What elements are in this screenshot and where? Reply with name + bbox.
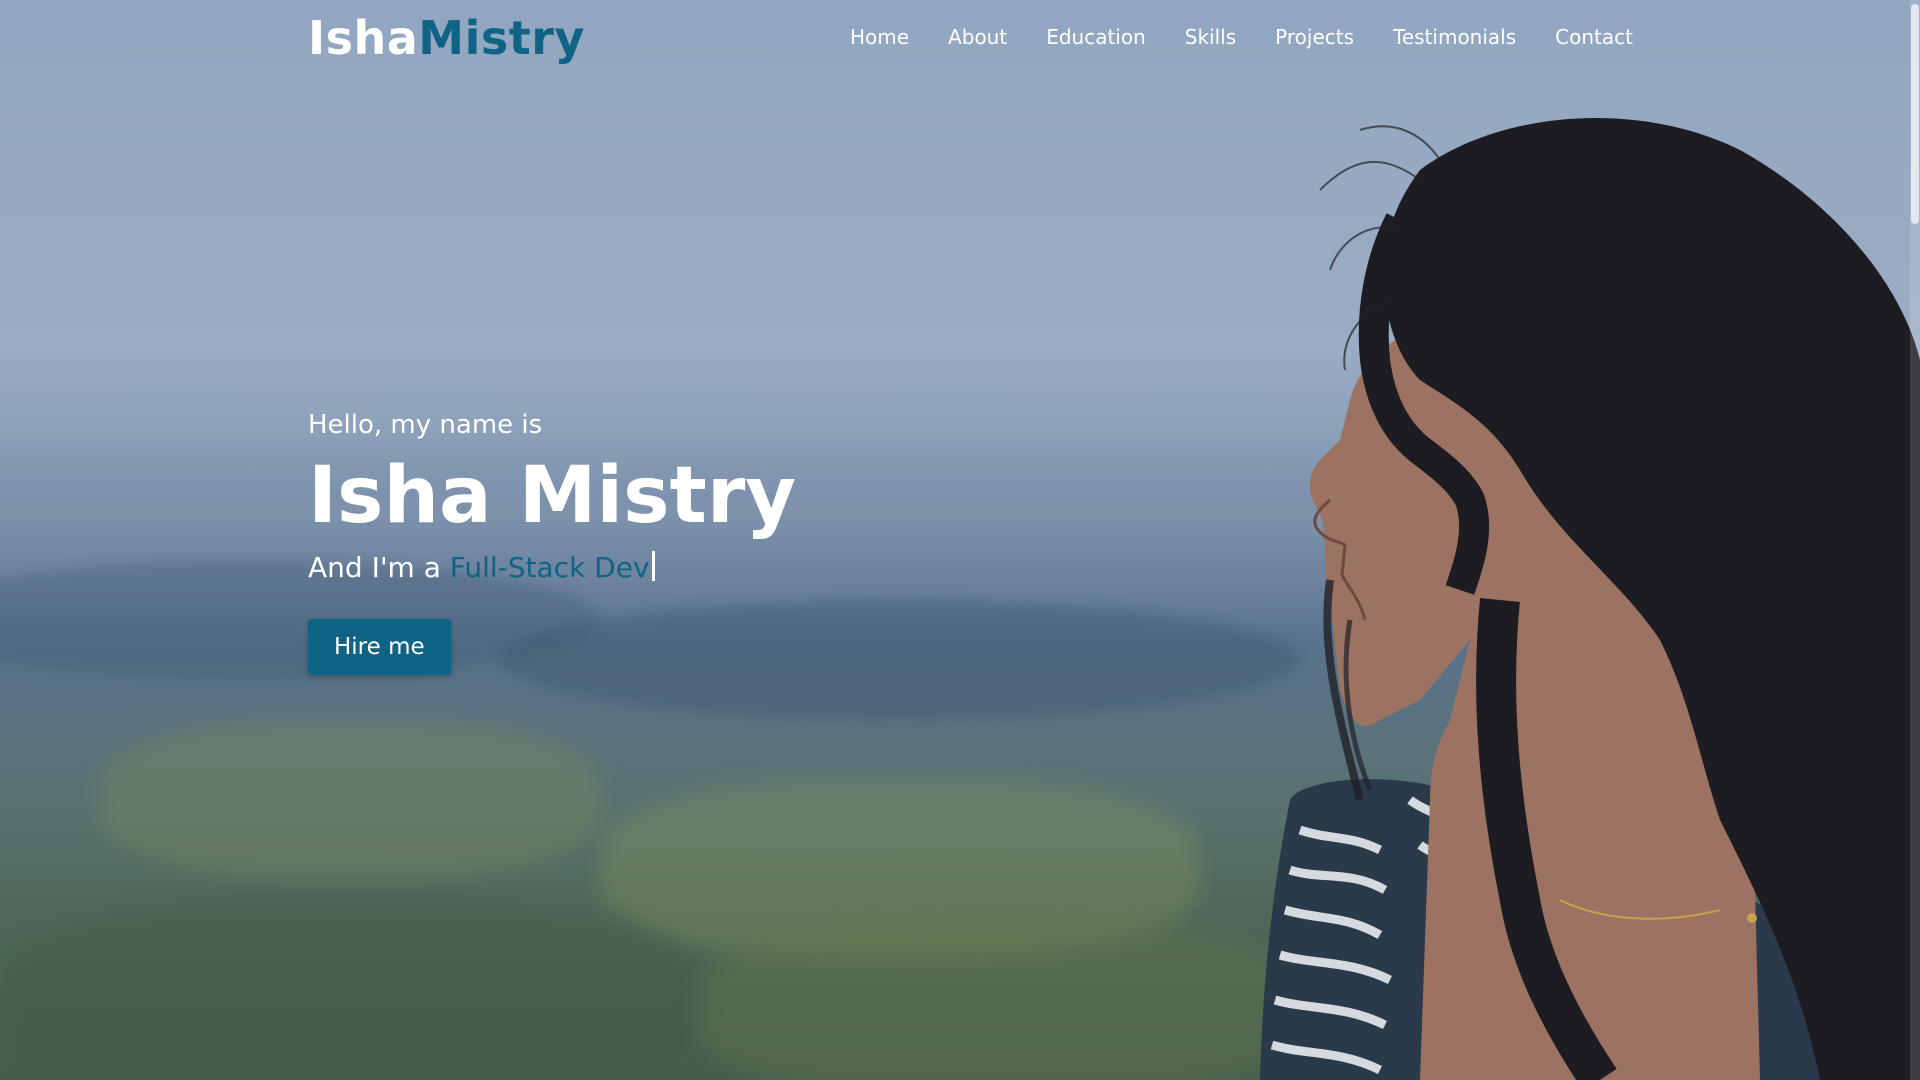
nav-link-projects[interactable]: Projects [1275,22,1354,52]
logo-last-name: Mistry [418,11,585,65]
nav-link-education[interactable]: Education [1046,22,1146,52]
typed-role: Full-Stack Dev [449,551,650,584]
logo-first-name: Isha [308,11,419,65]
site-logo[interactable]: IshaMistry [308,8,585,68]
nav-menu: Home About Education Skills Projects Tes… [850,22,1633,52]
role-prefix: And I'm a [308,551,441,584]
hero-greeting: Hello, my name is [308,410,543,440]
typing-caret [651,551,655,581]
hero-role-line: And I'm a Full-Stack Dev [308,547,1208,589]
hero-section: Hello, my name is Isha Mistry And I'm a … [308,405,1208,675]
hero-name: Isha Mistry [308,451,797,541]
nav-link-about[interactable]: About [948,22,1007,52]
nav-link-skills[interactable]: Skills [1185,22,1236,52]
top-navbar: IshaMistry Home About Education Skills P… [0,0,1920,80]
nav-link-home[interactable]: Home [850,22,909,52]
scrollbar-thumb[interactable] [1911,4,1919,224]
hire-me-button[interactable]: Hire me [308,619,451,675]
nav-link-testimonials[interactable]: Testimonials [1393,22,1516,52]
page-scrollbar[interactable] [1910,0,1920,1080]
nav-link-contact[interactable]: Contact [1555,22,1633,52]
